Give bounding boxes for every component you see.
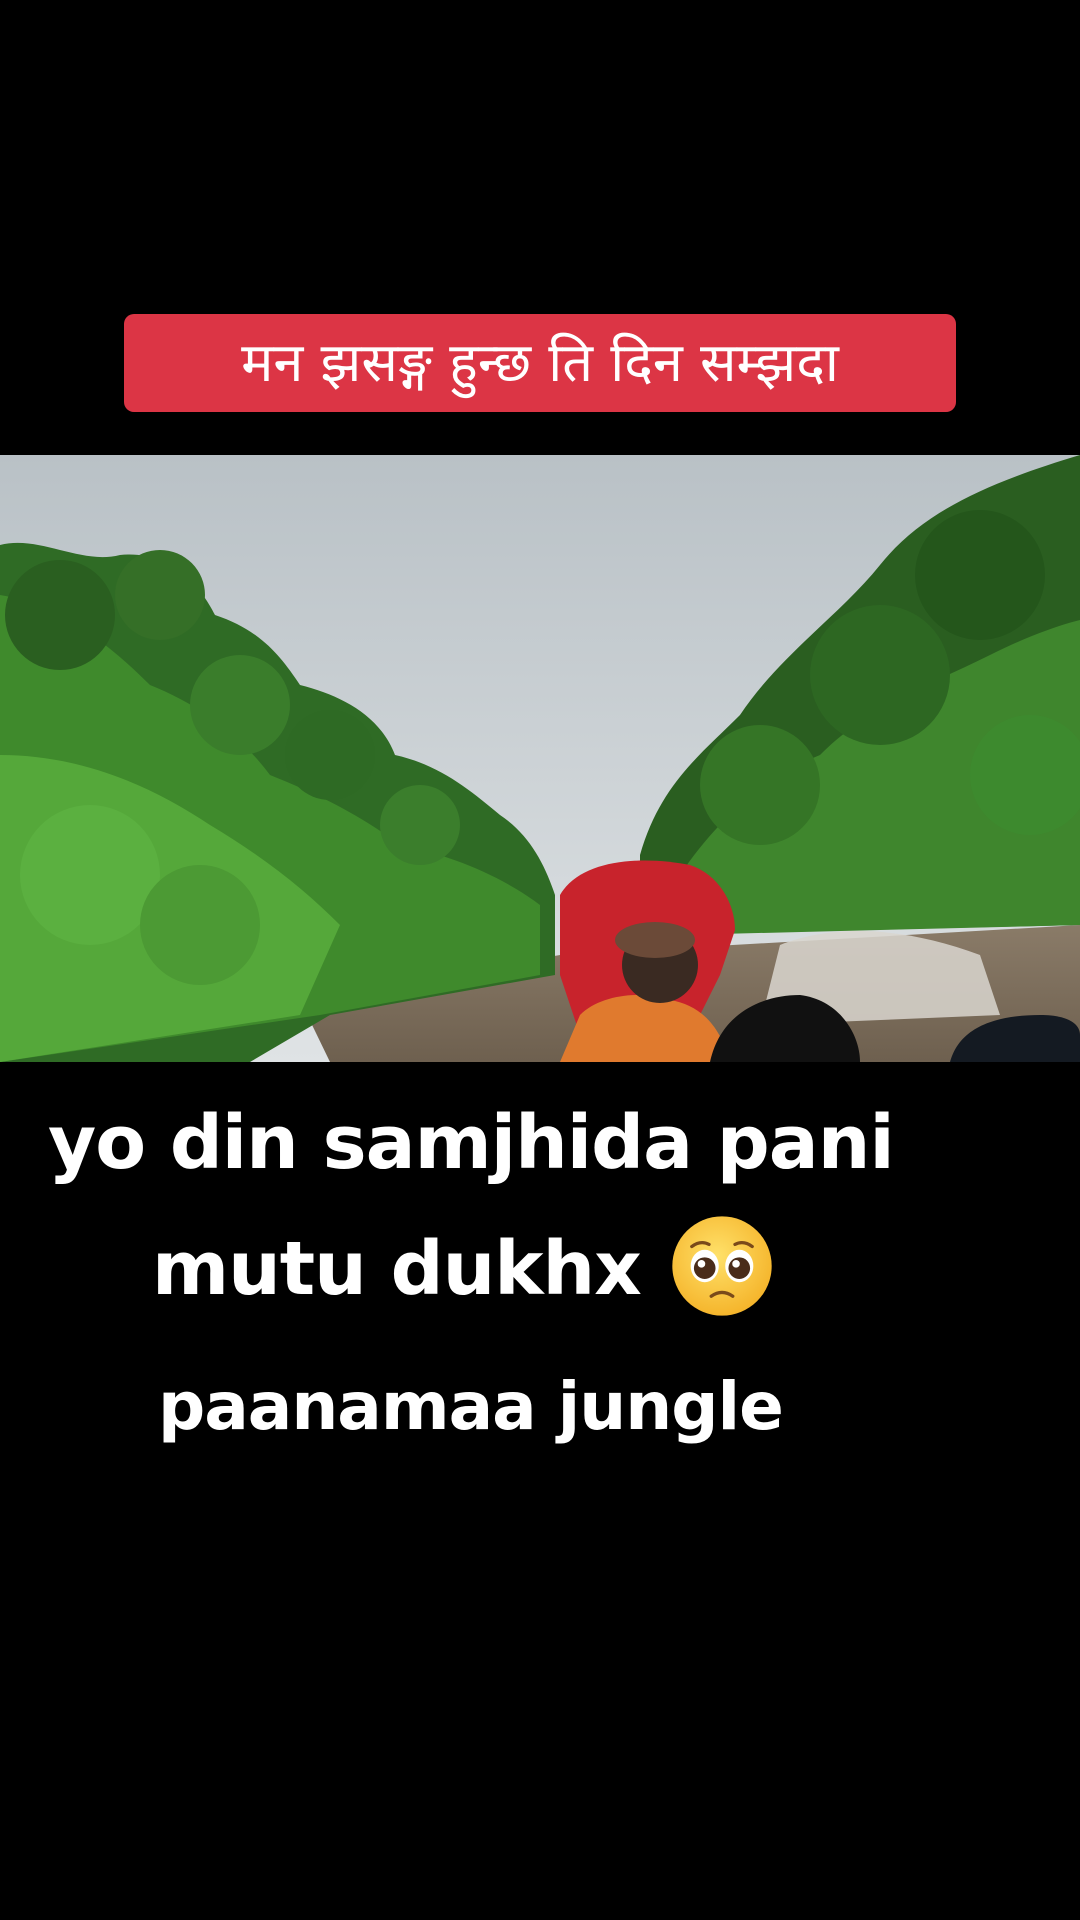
video-post[interactable]: मन झसङ्ग हुन्छ ति दिन सम्झदा yo din samj… [0,0,1080,1920]
overlay-line-2: mutu dukhx [152,1226,642,1312]
video-frame[interactable] [0,455,1080,1062]
overlay-line-3: paanamaa jungle [158,1368,784,1445]
caption-badge: मन झसङ्ग हुन्छ ति दिन सम्झदा [124,314,956,412]
overlay-line-1: yo din samjhida pani [48,1100,895,1186]
caption-text: मन झसङ्ग हुन्छ ति दिन सम्झदा [241,331,839,394]
pleading-face-emoji-icon [672,1216,772,1316]
video-scene [0,455,1080,1062]
